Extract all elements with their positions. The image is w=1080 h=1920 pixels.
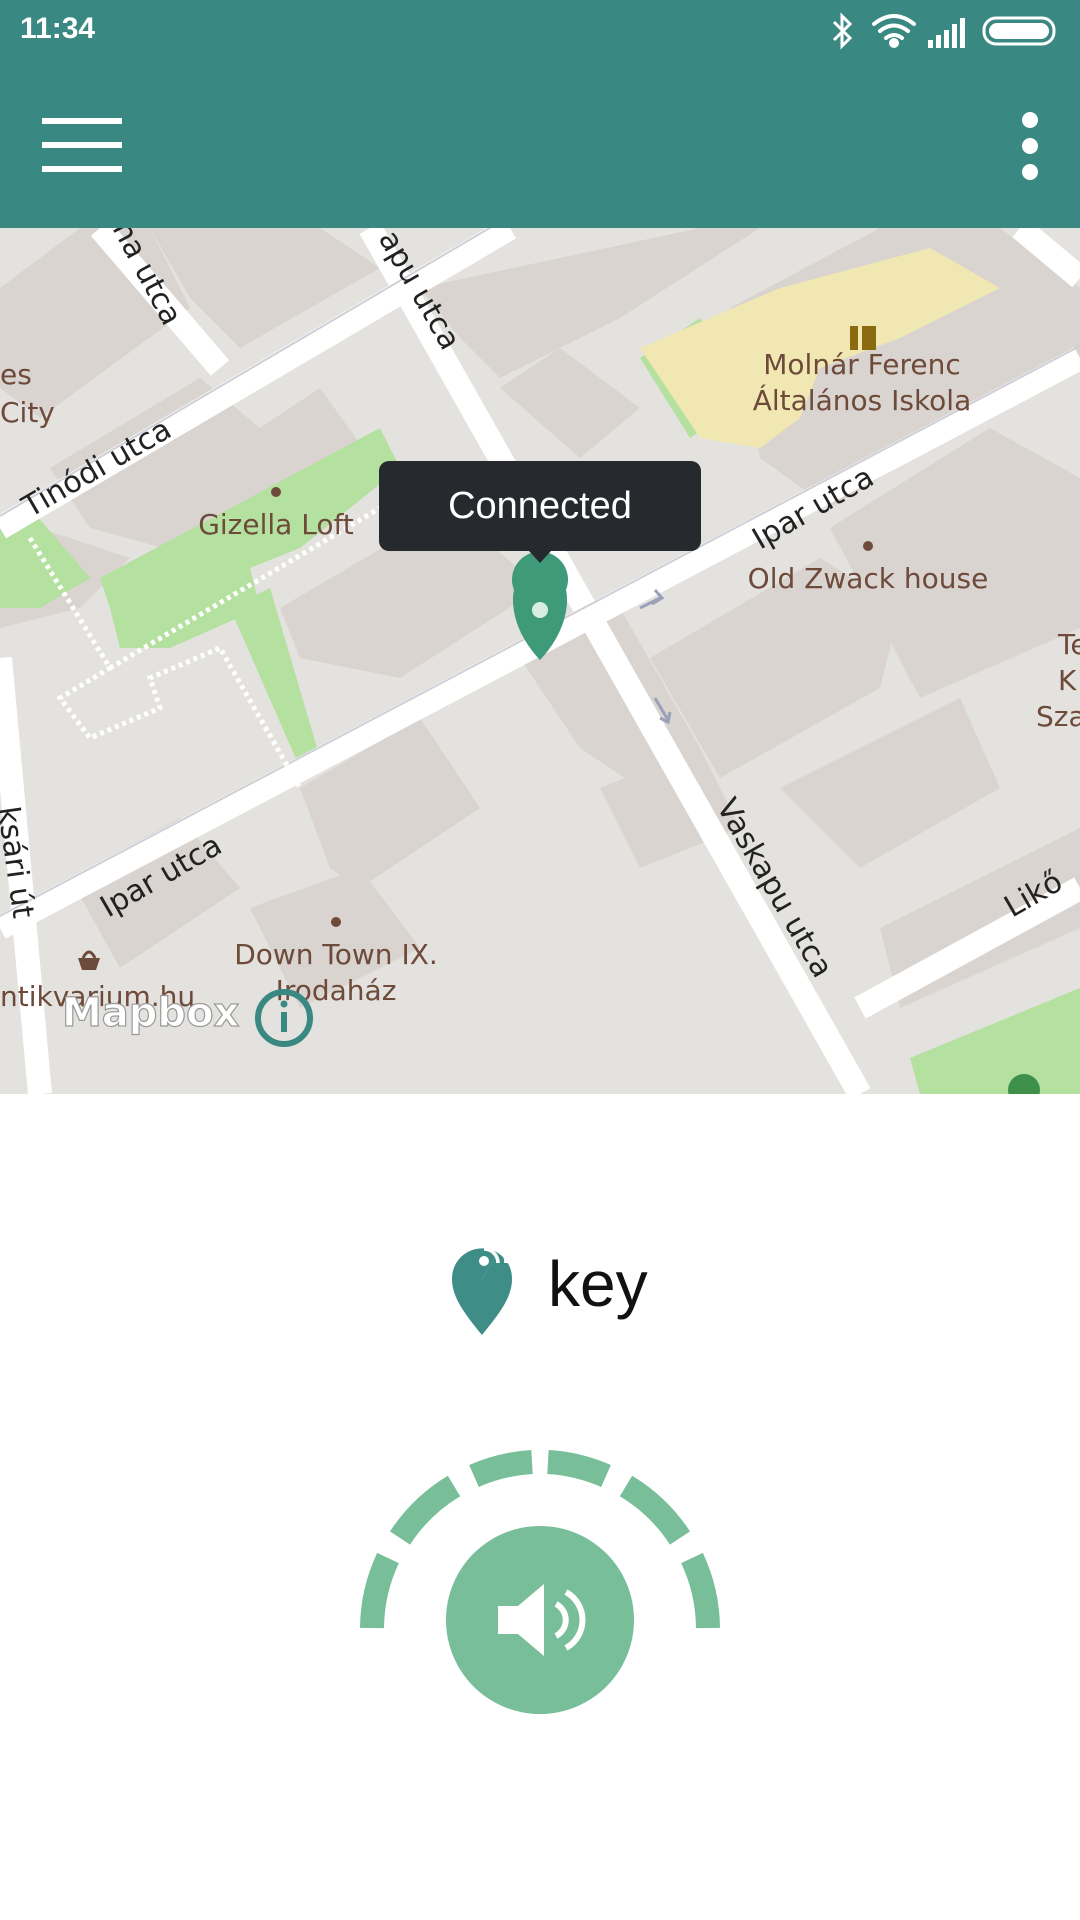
location-signal-icon (451, 1239, 513, 1335)
poi-downtown-line2: Irodaház (276, 974, 397, 1007)
poi-old-zwack-house: Old Zwack house (748, 562, 989, 595)
device-row: key (0, 1235, 1080, 1335)
poi-molnar-line1: Molnár Ferenc (763, 348, 960, 381)
school-icon (850, 326, 876, 350)
bluetooth-icon (832, 12, 853, 50)
map-view[interactable]: Tinódi utca Ipar utca Ipar utca apu utca… (0, 228, 1080, 1094)
status-bar: 11:34 (0, 0, 1080, 62)
poi-molnar-line2: Általános Iskola (753, 383, 972, 417)
map-canvas[interactable]: Tinódi utca Ipar utca Ipar utca apu utca… (0, 228, 1080, 1094)
poi-downtown-line1: Down Town IX. (234, 938, 438, 971)
poi-gizella-loft: Gizella Loft (198, 508, 354, 541)
status-time: 11:34 (20, 12, 96, 45)
poi-city: City (0, 396, 55, 429)
app-bar (0, 62, 1080, 228)
wifi-icon (872, 14, 916, 48)
signal-icon (928, 18, 965, 48)
more-vert-icon[interactable] (1010, 110, 1050, 182)
sound-control (360, 1450, 720, 1740)
device-name: key (548, 1248, 648, 1320)
hamburger-menu-icon[interactable] (40, 114, 126, 178)
status-icons (832, 12, 1056, 50)
poi-es: es (0, 358, 32, 391)
poi-right-3: Sza (1036, 700, 1080, 733)
poi-right-1: Te (1057, 628, 1080, 661)
connected-tooltip: Connected (379, 461, 701, 563)
mapbox-attribution: Mapbox (62, 990, 240, 1036)
play-sound-button[interactable] (446, 1526, 634, 1714)
poi-right-2: K (1058, 664, 1077, 697)
speaker-icon (498, 1584, 586, 1656)
battery-icon (982, 16, 1056, 46)
